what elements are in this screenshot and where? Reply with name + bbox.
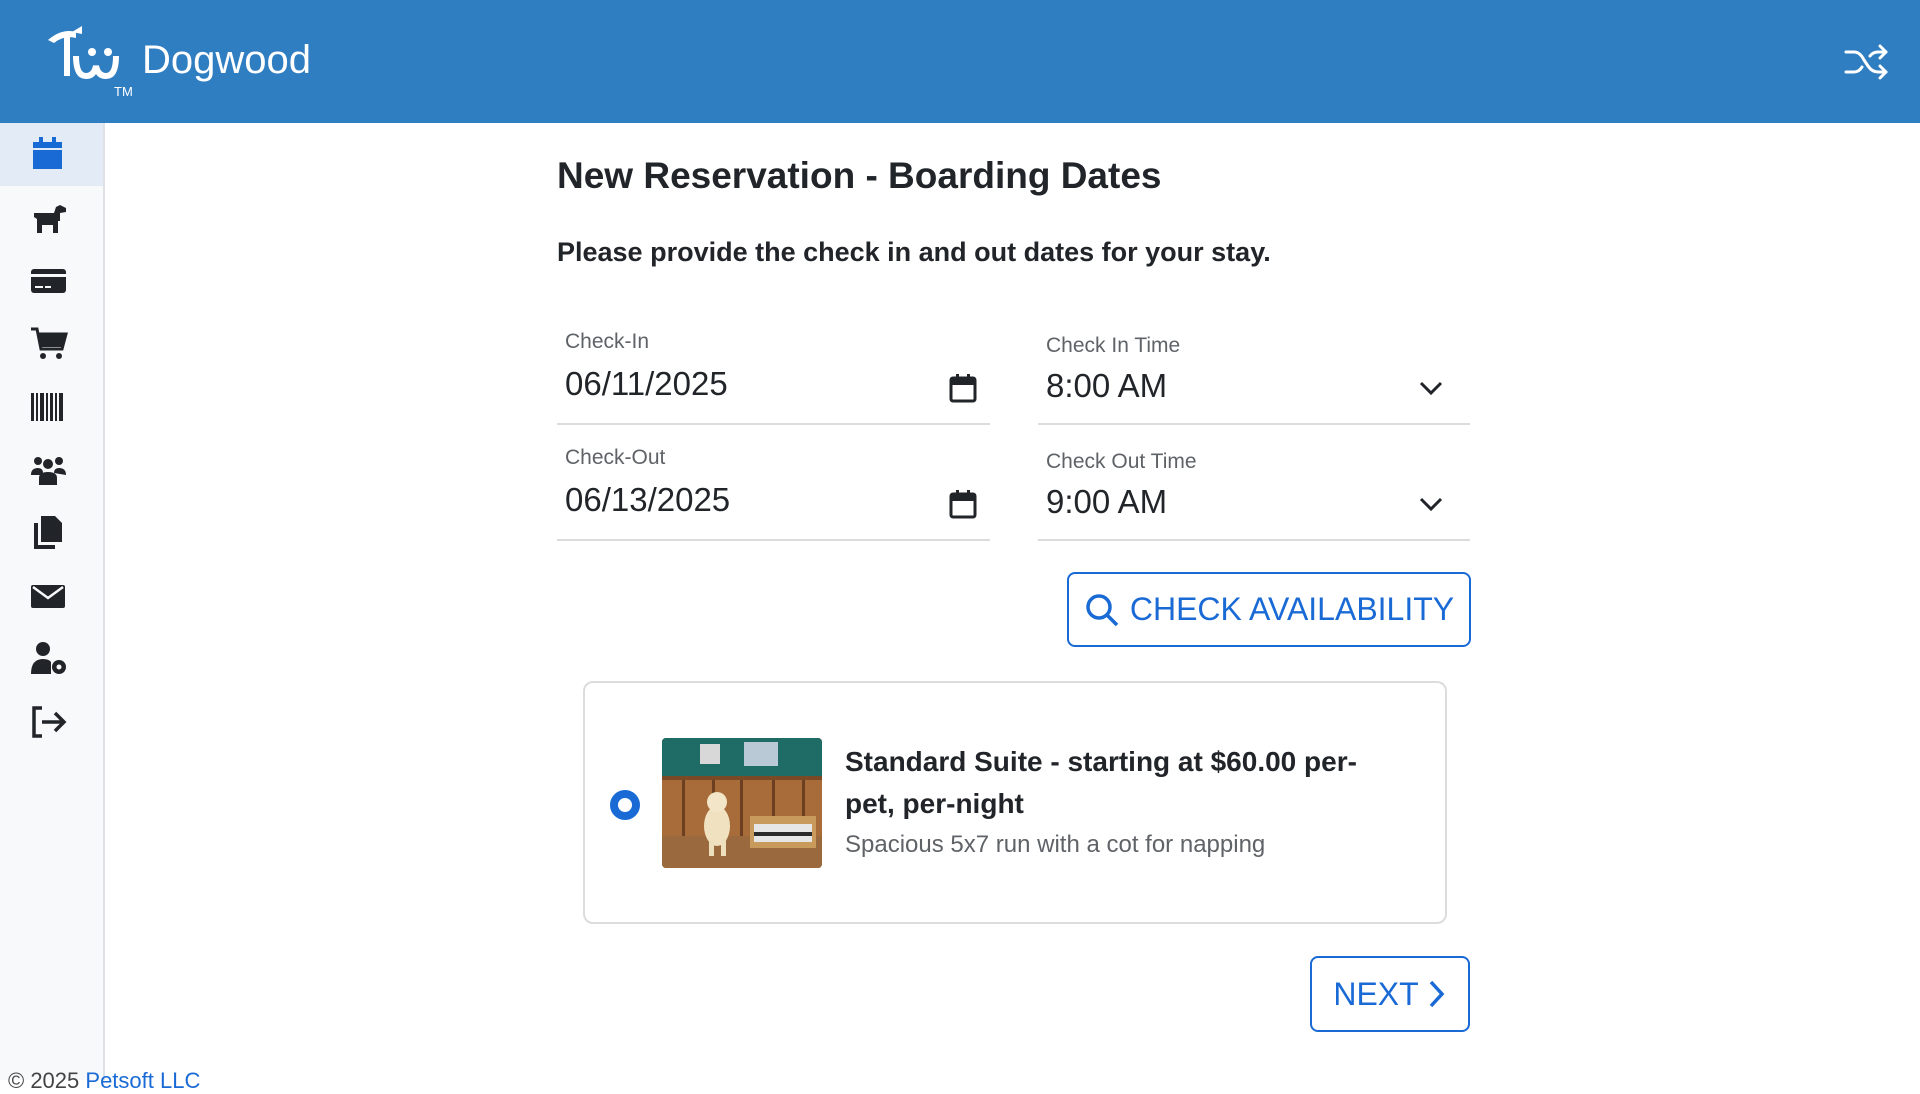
chevron-right-icon [1429, 980, 1445, 1008]
sidebar [0, 123, 105, 1080]
next-button[interactable]: NEXT [1310, 956, 1470, 1032]
check-out-time-value: 9:00 AM [1046, 483, 1168, 520]
documents-icon [34, 515, 62, 549]
check-out-time-select[interactable]: Check Out Time 9:00 AM [1038, 437, 1470, 541]
shuffle-icon[interactable] [1844, 42, 1888, 82]
sidebar-item-logout[interactable] [0, 690, 103, 753]
brand[interactable]: TM Dogwood [42, 26, 311, 102]
suite-title: Standard Suite - starting at $60.00 per-… [845, 746, 1357, 819]
calendar-picker-icon[interactable] [949, 373, 977, 403]
footer: © 2025 Petsoft LLC [8, 1068, 200, 1094]
chevron-down-icon[interactable] [1418, 495, 1444, 513]
dogwood-logo: TM [48, 26, 132, 99]
cart-icon [31, 327, 68, 359]
sidebar-item-store[interactable] [0, 312, 103, 375]
logout-icon [32, 705, 67, 738]
suite-description: Spacious 5x7 run with a cot for napping [845, 831, 1266, 858]
check-out-date-field[interactable]: Check-Out 06/13/2025 [557, 437, 990, 541]
check-in-time-select[interactable]: Check In Time 8:00 AM [1038, 321, 1470, 425]
users-icon [31, 456, 66, 485]
check-in-value[interactable]: 06/11/2025 [565, 365, 728, 403]
chevron-down-icon[interactable] [1418, 379, 1444, 397]
check-in-label: Check-In [565, 330, 650, 353]
user-gear-icon [31, 641, 66, 674]
sidebar-item-account-settings[interactable] [0, 627, 103, 690]
check-out-label: Check-Out [565, 446, 666, 469]
check-in-time-label: Check In Time [1046, 334, 1181, 357]
suite-option-card[interactable]: Standard Suite - starting at $60.00 per-… [583, 681, 1447, 924]
sidebar-item-pets[interactable] [0, 186, 103, 249]
sidebar-item-reservations[interactable] [0, 123, 103, 186]
dog-icon [34, 204, 66, 233]
sidebar-item-barcode[interactable] [0, 375, 103, 438]
envelope-icon [31, 584, 65, 608]
calendar-picker-icon[interactable] [949, 489, 977, 519]
check-in-date-field[interactable]: Check-In 06/11/2025 [557, 321, 990, 425]
suite-radio-button[interactable] [610, 790, 640, 820]
barcode-icon [31, 392, 63, 421]
search-icon [1086, 593, 1119, 626]
check-out-value[interactable]: 06/13/2025 [565, 481, 730, 519]
top-bar: TM Dogwood [0, 0, 1920, 123]
page-title: New Reservation - Boarding Dates [557, 155, 1162, 196]
sidebar-item-documents[interactable] [0, 501, 103, 564]
svg-text:TM: TM [114, 84, 132, 99]
sidebar-item-customers[interactable] [0, 438, 103, 501]
copyright-text: © 2025 [8, 1068, 86, 1093]
check-availability-button[interactable]: CHECK AVAILABILITY [1067, 572, 1471, 647]
check-in-time-value: 8:00 AM [1046, 367, 1168, 404]
credit-card-icon [31, 268, 66, 293]
sidebar-item-messages[interactable] [0, 564, 103, 627]
brand-name: Dogwood [142, 38, 312, 82]
company-link[interactable]: Petsoft LLC [85, 1068, 200, 1093]
check-out-time-label: Check Out Time [1046, 450, 1197, 473]
sidebar-item-payments[interactable] [0, 249, 103, 312]
check-availability-label: CHECK AVAILABILITY [1129, 591, 1455, 627]
suite-photo [662, 738, 822, 868]
page-instructions: Please provide the check in and out date… [557, 237, 1271, 267]
calendar-icon [33, 136, 62, 169]
next-label: NEXT [1333, 975, 1419, 1012]
